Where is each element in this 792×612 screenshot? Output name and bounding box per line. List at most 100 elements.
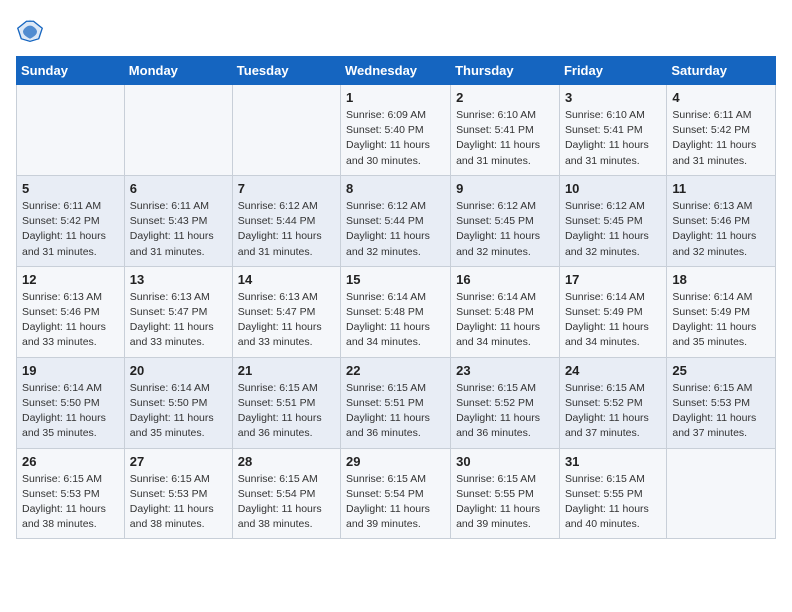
day-number: 13 <box>130 272 227 287</box>
weekday-header: Saturday <box>667 57 776 85</box>
day-info: Sunrise: 6:13 AM Sunset: 5:46 PM Dayligh… <box>22 290 119 351</box>
day-info: Sunrise: 6:15 AM Sunset: 5:54 PM Dayligh… <box>238 472 335 533</box>
calendar-header: SundayMondayTuesdayWednesdayThursdayFrid… <box>17 57 776 85</box>
calendar-cell <box>124 85 232 176</box>
day-info: Sunrise: 6:15 AM Sunset: 5:51 PM Dayligh… <box>238 381 335 442</box>
calendar-week-row: 26 Sunrise: 6:15 AM Sunset: 5:53 PM Dayli… <box>17 448 776 539</box>
day-info: Sunrise: 6:15 AM Sunset: 5:53 PM Dayligh… <box>22 472 119 533</box>
day-number: 31 <box>565 454 661 469</box>
header-row: SundayMondayTuesdayWednesdayThursdayFrid… <box>17 57 776 85</box>
calendar-cell: 22 Sunrise: 6:15 AM Sunset: 5:51 PM Dayli… <box>341 357 451 448</box>
day-number: 1 <box>346 90 445 105</box>
day-number: 22 <box>346 363 445 378</box>
logo-icon <box>16 16 44 44</box>
calendar-week-row: 1 Sunrise: 6:09 AM Sunset: 5:40 PM Daylig… <box>17 85 776 176</box>
day-info: Sunrise: 6:12 AM Sunset: 5:45 PM Dayligh… <box>456 199 554 260</box>
calendar-cell: 16 Sunrise: 6:14 AM Sunset: 5:48 PM Dayli… <box>451 266 560 357</box>
day-number: 5 <box>22 181 119 196</box>
day-number: 28 <box>238 454 335 469</box>
calendar-cell <box>17 85 125 176</box>
calendar-cell: 23Sunrise: 6:15 AM Sunset: 5:52 PM Dayli… <box>451 357 560 448</box>
day-info: Sunrise: 6:13 AM Sunset: 5:47 PM Dayligh… <box>238 290 335 351</box>
day-info: Sunrise: 6:14 AM Sunset: 5:48 PM Dayligh… <box>456 290 554 351</box>
calendar-cell: 31 Sunrise: 6:15 AM Sunset: 5:55 PM Dayli… <box>559 448 666 539</box>
day-number: 15 <box>346 272 445 287</box>
day-number: 11 <box>672 181 770 196</box>
day-number: 19 <box>22 363 119 378</box>
calendar-cell <box>667 448 776 539</box>
day-number: 4 <box>672 90 770 105</box>
calendar-cell <box>232 85 340 176</box>
calendar-cell: 4 Sunrise: 6:11 AM Sunset: 5:42 PM Daylig… <box>667 85 776 176</box>
day-info: Sunrise: 6:15 AM Sunset: 5:52 PM Dayligh… <box>565 381 661 442</box>
calendar-cell: 29 Sunrise: 6:15 AM Sunset: 5:54 PM Dayli… <box>341 448 451 539</box>
day-info: Sunrise: 6:15 AM Sunset: 5:54 PM Dayligh… <box>346 472 445 533</box>
calendar-cell: 18 Sunrise: 6:14 AM Sunset: 5:49 PM Dayli… <box>667 266 776 357</box>
calendar-cell: 13 Sunrise: 6:13 AM Sunset: 5:47 PM Dayli… <box>124 266 232 357</box>
day-info: Sunrise: 6:15 AM Sunset: 5:53 PM Dayligh… <box>130 472 227 533</box>
day-number: 24 <box>565 363 661 378</box>
day-info: Sunrise: 6:14 AM Sunset: 5:49 PM Dayligh… <box>565 290 661 351</box>
calendar-cell: 30 Sunrise: 6:15 AM Sunset: 5:55 PM Dayli… <box>451 448 560 539</box>
day-info: Sunrise: 6:15 AM Sunset: 5:55 PM Dayligh… <box>565 472 661 533</box>
weekday-header: Monday <box>124 57 232 85</box>
day-info: Sunrise: 6:11 AM Sunset: 5:42 PM Dayligh… <box>22 199 119 260</box>
day-number: 16 <box>456 272 554 287</box>
calendar-cell: 19Sunrise: 6:14 AM Sunset: 5:50 PM Dayli… <box>17 357 125 448</box>
calendar-cell: 9Sunrise: 6:12 AM Sunset: 5:45 PM Daylig… <box>451 175 560 266</box>
day-number: 8 <box>346 181 445 196</box>
day-info: Sunrise: 6:15 AM Sunset: 5:51 PM Dayligh… <box>346 381 445 442</box>
day-number: 6 <box>130 181 227 196</box>
weekday-header: Wednesday <box>341 57 451 85</box>
day-info: Sunrise: 6:12 AM Sunset: 5:45 PM Dayligh… <box>565 199 661 260</box>
calendar-cell: 2 Sunrise: 6:10 AM Sunset: 5:41 PM Daylig… <box>451 85 560 176</box>
weekday-header: Sunday <box>17 57 125 85</box>
calendar-cell: 24 Sunrise: 6:15 AM Sunset: 5:52 PM Dayli… <box>559 357 666 448</box>
day-info: Sunrise: 6:12 AM Sunset: 5:44 PM Dayligh… <box>238 199 335 260</box>
header <box>16 16 776 44</box>
day-info: Sunrise: 6:12 AM Sunset: 5:44 PM Dayligh… <box>346 199 445 260</box>
day-info: Sunrise: 6:13 AM Sunset: 5:46 PM Dayligh… <box>672 199 770 260</box>
logo <box>16 16 48 44</box>
calendar-cell: 21 Sunrise: 6:15 AM Sunset: 5:51 PM Dayli… <box>232 357 340 448</box>
day-info: Sunrise: 6:15 AM Sunset: 5:52 PM Dayligh… <box>456 381 554 442</box>
day-info: Sunrise: 6:13 AM Sunset: 5:47 PM Dayligh… <box>130 290 227 351</box>
day-number: 26 <box>22 454 119 469</box>
calendar-body: 1 Sunrise: 6:09 AM Sunset: 5:40 PM Daylig… <box>17 85 776 539</box>
day-number: 30 <box>456 454 554 469</box>
day-info: Sunrise: 6:10 AM Sunset: 5:41 PM Dayligh… <box>565 108 661 169</box>
day-number: 21 <box>238 363 335 378</box>
calendar-cell: 25Sunrise: 6:15 AM Sunset: 5:53 PM Dayli… <box>667 357 776 448</box>
calendar-cell: 28 Sunrise: 6:15 AM Sunset: 5:54 PM Dayli… <box>232 448 340 539</box>
day-number: 7 <box>238 181 335 196</box>
calendar-cell: 26 Sunrise: 6:15 AM Sunset: 5:53 PM Dayli… <box>17 448 125 539</box>
day-number: 29 <box>346 454 445 469</box>
day-number: 20 <box>130 363 227 378</box>
calendar-cell: 5 Sunrise: 6:11 AM Sunset: 5:42 PM Daylig… <box>17 175 125 266</box>
day-number: 18 <box>672 272 770 287</box>
day-number: 17 <box>565 272 661 287</box>
day-info: Sunrise: 6:14 AM Sunset: 5:49 PM Dayligh… <box>672 290 770 351</box>
day-info: Sunrise: 6:09 AM Sunset: 5:40 PM Dayligh… <box>346 108 445 169</box>
calendar-cell: 7 Sunrise: 6:12 AM Sunset: 5:44 PM Daylig… <box>232 175 340 266</box>
calendar-cell: 27Sunrise: 6:15 AM Sunset: 5:53 PM Dayli… <box>124 448 232 539</box>
day-number: 25 <box>672 363 770 378</box>
calendar-cell: 10Sunrise: 6:12 AM Sunset: 5:45 PM Dayli… <box>559 175 666 266</box>
day-info: Sunrise: 6:11 AM Sunset: 5:42 PM Dayligh… <box>672 108 770 169</box>
calendar-week-row: 19 Sunrise: 6:14 AM Sunset: 5:50 PM Dayli… <box>17 357 776 448</box>
calendar-cell: 15 Sunrise: 6:14 AM Sunset: 5:48 PM Dayli… <box>341 266 451 357</box>
day-number: 2 <box>456 90 554 105</box>
day-info: Sunrise: 6:11 AM Sunset: 5:43 PM Dayligh… <box>130 199 227 260</box>
weekday-header: Thursday <box>451 57 560 85</box>
weekday-header: Friday <box>559 57 666 85</box>
day-info: Sunrise: 6:14 AM Sunset: 5:50 PM Dayligh… <box>130 381 227 442</box>
day-number: 3 <box>565 90 661 105</box>
calendar-cell: 3 Sunrise: 6:10 AM Sunset: 5:41 PM Daylig… <box>559 85 666 176</box>
calendar-table: SundayMondayTuesdayWednesdayThursdayFrid… <box>16 56 776 539</box>
day-info: Sunrise: 6:15 AM Sunset: 5:55 PM Dayligh… <box>456 472 554 533</box>
calendar-cell: 8 Sunrise: 6:12 AM Sunset: 5:44 PM Daylig… <box>341 175 451 266</box>
day-info: Sunrise: 6:10 AM Sunset: 5:41 PM Dayligh… <box>456 108 554 169</box>
calendar-week-row: 12Sunrise: 6:13 AM Sunset: 5:46 PM Dayli… <box>17 266 776 357</box>
calendar-cell: 6 Sunrise: 6:11 AM Sunset: 5:43 PM Daylig… <box>124 175 232 266</box>
day-info: Sunrise: 6:14 AM Sunset: 5:48 PM Dayligh… <box>346 290 445 351</box>
